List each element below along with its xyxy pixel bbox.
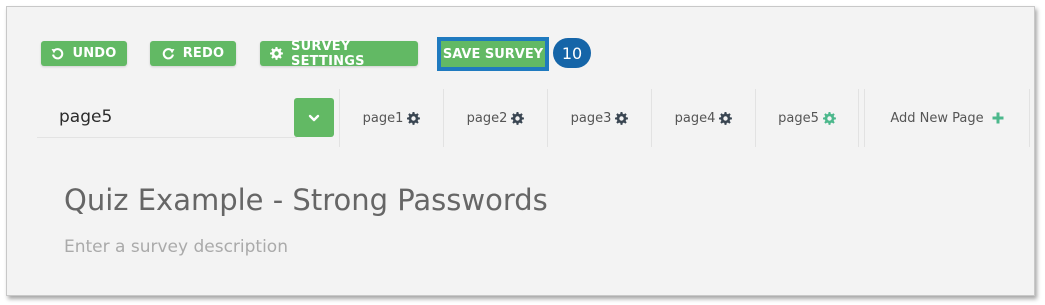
undo-label: UNDO [72, 46, 117, 61]
tab-page3[interactable]: page3 [547, 89, 651, 147]
gear-icon [270, 47, 283, 60]
tab-label: page1 [362, 110, 404, 126]
page-selector[interactable]: page5 [37, 96, 297, 138]
tab-label: page4 [674, 110, 716, 126]
survey-description-placeholder[interactable]: Enter a survey description [64, 237, 288, 257]
chevron-down-icon [308, 108, 320, 127]
add-new-page-button[interactable]: Add New Page [864, 89, 1030, 147]
survey-title[interactable]: Quiz Example - Strong Passwords [64, 183, 548, 217]
tab-label: page2 [466, 110, 508, 126]
tab-page2[interactable]: page2 [443, 89, 547, 147]
page-selector-value: page5 [59, 107, 113, 127]
undo-button[interactable]: UNDO [41, 41, 127, 66]
tab-label: page5 [778, 110, 819, 126]
tab-page4[interactable]: page4 [651, 89, 755, 147]
step-callout-badge: 10 [553, 38, 591, 68]
redo-label: REDO [182, 46, 225, 61]
tab-label: page3 [570, 110, 612, 126]
survey-settings-button[interactable]: SURVEY SETTINGS [260, 38, 418, 69]
tab-page5[interactable]: page5 [755, 89, 859, 147]
save-survey-button[interactable]: SAVE SURVEY [437, 37, 549, 71]
gear-icon[interactable] [511, 111, 525, 125]
plus-icon [992, 112, 1004, 124]
save-survey-label: SAVE SURVEY [442, 46, 544, 62]
page-selector-dropdown-button[interactable] [294, 98, 334, 137]
add-new-page-label: Add New Page [890, 110, 984, 126]
gear-icon[interactable] [822, 111, 836, 125]
redo-button[interactable]: REDO [150, 41, 236, 66]
gear-icon[interactable] [719, 111, 733, 125]
redo-icon [162, 47, 175, 60]
survey-settings-label: SURVEY SETTINGS [291, 38, 365, 69]
tab-page1[interactable]: page1 [339, 89, 443, 147]
undo-icon [51, 47, 64, 60]
gear-icon[interactable] [407, 111, 421, 125]
gear-icon[interactable] [615, 111, 629, 125]
